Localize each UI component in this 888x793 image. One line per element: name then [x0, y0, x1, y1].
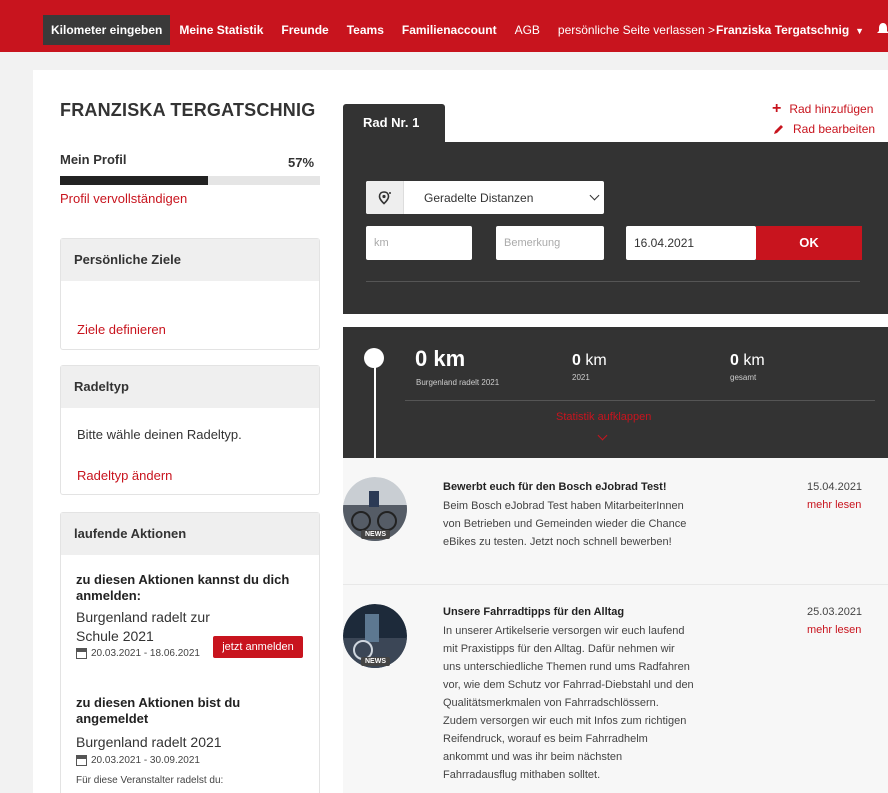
- news-line: vor, wie dem Schutz vor Fahrrad-Diebstah…: [443, 679, 694, 691]
- news-line: Reifendruck, worauf es beim Fahrradhelm: [443, 733, 648, 745]
- timeline-dot: [364, 348, 384, 368]
- news-line: uns unterschiedliche Themen rund ums Rad…: [443, 661, 690, 673]
- distance-type-select[interactable]: Geradelte Distanzen: [366, 181, 604, 214]
- add-bike-link[interactable]: + Rad hinzufügen: [772, 100, 873, 118]
- plus-icon: +: [772, 100, 782, 117]
- news-badge: NEWS: [361, 530, 390, 539]
- stat-year-label: 2021: [572, 373, 590, 382]
- stat-total-unit: km: [738, 352, 765, 369]
- news-line: Qualitätsmerkmalen von Fahrradschlössern…: [443, 697, 659, 709]
- registered-action-date: 20.03.2021 - 30.09.2021: [76, 755, 200, 766]
- expand-stats-link[interactable]: Statistik aufklappen: [556, 411, 651, 423]
- tab-bike-1[interactable]: Rad Nr. 1: [343, 104, 445, 142]
- news-title[interactable]: Bewerbt euch für den Bosch eJobrad Test!: [443, 481, 667, 493]
- read-more-link[interactable]: mehr lesen: [807, 499, 861, 511]
- stat-main-value: 0 km: [415, 346, 466, 371]
- signup-actions-heading: zu diesen Aktionen kannst du dich anmeld…: [76, 572, 290, 603]
- news-title[interactable]: Unsere Fahrradtipps für den Alltag: [443, 606, 624, 618]
- stat-total-label: gesamt: [730, 373, 757, 382]
- top-navbar: Kilometer eingeben Meine Statistik Freun…: [0, 0, 888, 52]
- signup-action-title-1: Burgenland radelt zur: [76, 609, 210, 625]
- signup-action-date: 20.03.2021 - 18.06.2021: [76, 648, 200, 659]
- edit-bike-link[interactable]: Rad bearbeiten: [773, 122, 875, 136]
- nav-meine-statistik[interactable]: Meine Statistik: [170, 15, 272, 45]
- profile-progress-fill: [60, 176, 209, 185]
- nav-leave-page[interactable]: persönliche Seite verlassen >: [549, 15, 724, 45]
- news-body: Beim Bosch eJobrad Test haben Mitarbeite…: [443, 497, 713, 551]
- actions-heading: laufende Aktionen: [61, 513, 319, 555]
- bell-icon[interactable]: [876, 22, 888, 36]
- location-pin-icon: [366, 181, 404, 214]
- profile-name: FRANZISKA TERGATSCHNIG: [60, 100, 316, 120]
- main-nav: Kilometer eingeben Meine Statistik Freun…: [43, 15, 724, 45]
- calendar-icon: [76, 755, 87, 766]
- registered-date-text: 20.03.2021 - 30.09.2021: [91, 755, 200, 766]
- stat-year-unit: km: [580, 352, 607, 369]
- stat-year-value: 0: [572, 352, 581, 369]
- registered-action-title: Burgenland radelt 2021: [76, 734, 222, 750]
- stat-main-label: Burgenland radelt 2021: [416, 378, 500, 387]
- stats-divider: [405, 400, 875, 401]
- add-bike-label: Rad hinzufügen: [789, 102, 874, 116]
- news-line: von Betrieben und Gemeinden wieder die C…: [443, 518, 687, 530]
- news-line: mit Praxistipps für den Alltag. Dafür ne…: [443, 643, 675, 655]
- remark-input[interactable]: Bemerkung: [496, 226, 604, 260]
- nav-teams[interactable]: Teams: [338, 15, 393, 45]
- km-input[interactable]: km: [366, 226, 472, 260]
- news-date: 25.03.2021: [807, 606, 863, 618]
- ok-button[interactable]: OK: [756, 226, 862, 260]
- news-date: 15.04.2021: [807, 481, 863, 493]
- organizer-note: Für diese Veranstalter radelst du:: [76, 775, 224, 786]
- rider-type-heading: Radeltyp: [61, 366, 319, 408]
- form-divider: [366, 281, 860, 282]
- calendar-icon: [76, 648, 87, 659]
- profile-progress-bar: [60, 176, 320, 185]
- signup-action-title-2: Schule 2021: [76, 628, 154, 644]
- rider-type-text: Bitte wähle deinen Radeltyp.: [77, 427, 242, 442]
- distance-type-value: Geradelte Distanzen: [424, 190, 534, 205]
- news-body: In unserer Artikelserie versorgen wir eu…: [443, 622, 713, 784]
- change-rider-type-link[interactable]: Radeltyp ändern: [77, 468, 172, 483]
- caret-down-icon: ▼: [855, 26, 865, 36]
- news-badge: NEWS: [361, 657, 390, 666]
- pencil-icon: [774, 124, 783, 134]
- nav-freunde[interactable]: Freunde: [272, 15, 337, 45]
- define-goals-link[interactable]: Ziele definieren: [77, 322, 166, 337]
- stat-total: 0 km: [730, 352, 765, 370]
- news-line: Beim Bosch eJobrad Test haben Mitarbeite…: [443, 500, 684, 512]
- goals-panel: Persönliche Ziele Ziele definieren: [60, 238, 320, 350]
- user-name: Franziska Tergatschnig: [716, 23, 850, 37]
- date-input[interactable]: 16.04.2021: [626, 226, 756, 260]
- rider-type-panel: Radeltyp Bitte wähle deinen Radeltyp. Ra…: [60, 365, 320, 495]
- timeline-line-active: [374, 366, 376, 458]
- chevron-down-icon: [589, 190, 600, 201]
- read-more-link[interactable]: mehr lesen: [807, 624, 861, 636]
- registered-actions-heading: zu diesen Aktionen bist du angemeldet: [76, 695, 241, 726]
- stat-total-value: 0: [730, 352, 739, 369]
- news-line: Fahrradausflug mithaben solltet.: [443, 769, 601, 781]
- edit-bike-label: Rad bearbeiten: [793, 122, 876, 136]
- nav-kilometer-eingeben[interactable]: Kilometer eingeben: [43, 15, 171, 45]
- profile-percent: 57%: [288, 155, 315, 170]
- signup-button[interactable]: jetzt anmelden: [213, 636, 303, 658]
- nav-familienaccount[interactable]: Familienaccount: [393, 15, 506, 45]
- nav-agb[interactable]: AGB: [506, 15, 549, 45]
- user-menu[interactable]: Franziska Tergatschnig ▼: [716, 15, 864, 45]
- complete-profile-link[interactable]: Profil vervollständigen: [60, 191, 187, 206]
- goals-heading: Persönliche Ziele: [61, 239, 319, 281]
- news-line: In unserer Artikelserie versorgen wir eu…: [443, 625, 685, 637]
- profile-label: Mein Profil: [60, 152, 127, 167]
- news-line: eBikes zu testen. Jetzt noch schnell bew…: [443, 536, 672, 548]
- news-line: Zudem versorgen wir euch mit Infos zum r…: [443, 715, 687, 727]
- news-line: ankommt und was ihr beim nächsten: [443, 751, 623, 763]
- stat-year: 0 km: [572, 352, 607, 370]
- signup-date-text: 20.03.2021 - 18.06.2021: [91, 648, 200, 659]
